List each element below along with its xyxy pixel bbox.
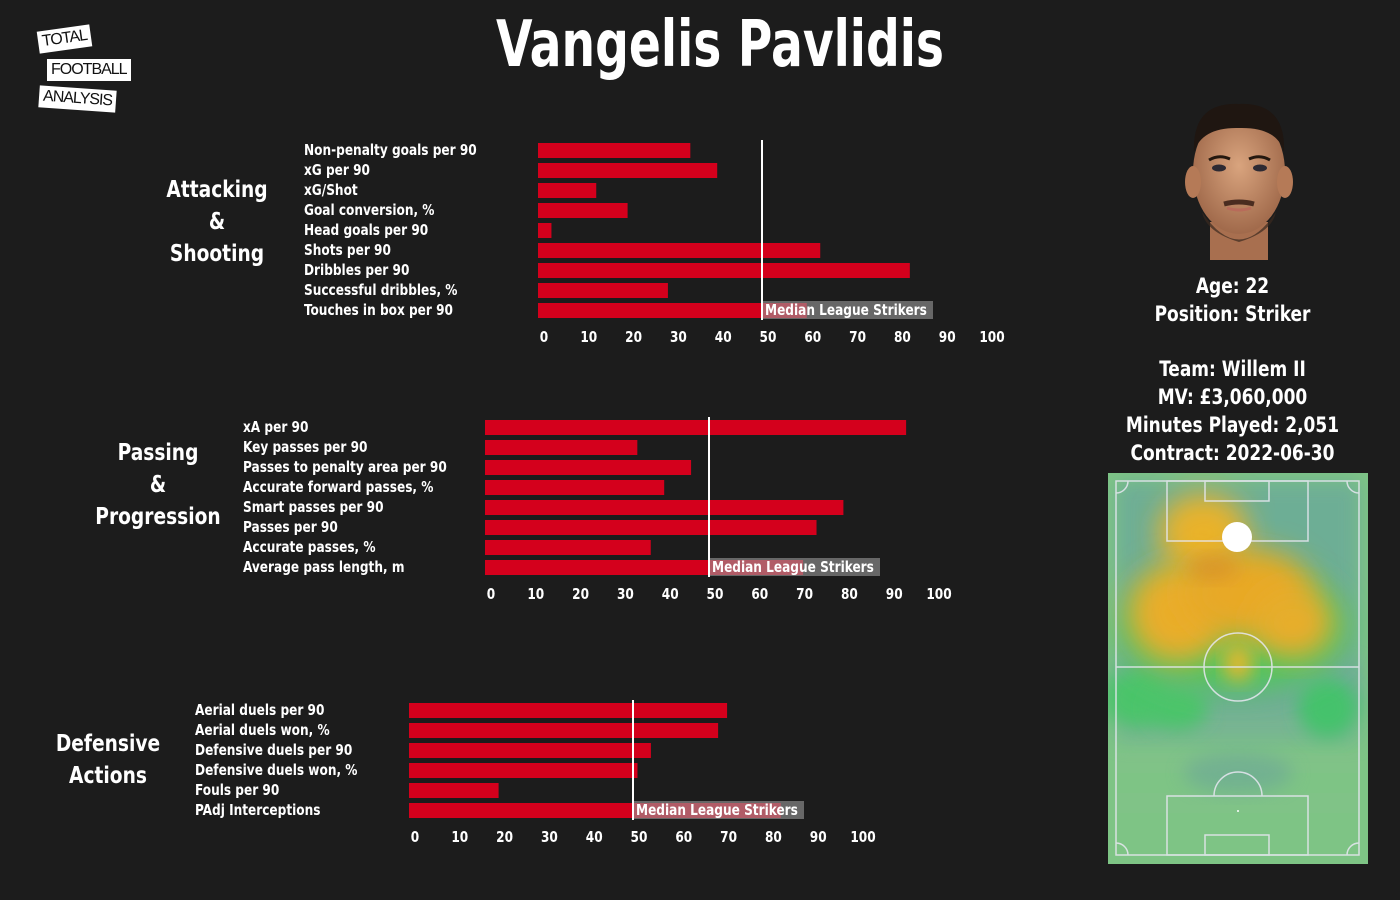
x-tick-label: 10 <box>580 329 597 346</box>
x-tick-label: 30 <box>617 586 634 603</box>
bar-category-label: Accurate passes, % <box>243 539 376 556</box>
team-text: Team: Willem II <box>1159 357 1306 381</box>
x-tick-label: 20 <box>496 829 513 846</box>
bar-0-4 <box>538 223 552 238</box>
bar-category-label: Average pass length, m <box>243 559 404 576</box>
x-tick-label: 0 <box>487 586 496 603</box>
bar-2-0 <box>409 703 728 718</box>
position-text: Position: Striker <box>1154 302 1311 326</box>
x-tick-label: 30 <box>541 829 558 846</box>
bar-category-label: Fouls per 90 <box>195 782 279 799</box>
bar-category-label: xG/Shot <box>304 182 358 199</box>
x-tick-label: 10 <box>451 829 468 846</box>
heatmap-pitch <box>1108 473 1368 864</box>
x-tick-label: 70 <box>849 329 866 346</box>
bar-0-6 <box>538 263 910 278</box>
median-label: Median League Strikers <box>712 559 874 576</box>
x-tick-label: 40 <box>586 829 603 846</box>
x-tick-label: 70 <box>720 829 737 846</box>
x-tick-label: 90 <box>939 329 956 346</box>
bar-category-label: Aerial duels per 90 <box>195 702 325 719</box>
bar-category-label: Passes to penalty area per 90 <box>243 459 447 476</box>
bar-0-7 <box>538 283 668 298</box>
x-tick-label: 0 <box>540 329 549 346</box>
x-tick-label: 100 <box>926 586 951 603</box>
bar-1-5 <box>485 520 817 535</box>
bar-0-2 <box>538 183 597 198</box>
x-tick-label: 60 <box>804 329 821 346</box>
bar-category-label: Dribbles per 90 <box>304 262 409 279</box>
x-tick-label: 90 <box>810 829 827 846</box>
x-tick-label: 90 <box>886 586 903 603</box>
bar-category-label: Head goals per 90 <box>304 222 428 239</box>
bar-2-1 <box>409 723 719 738</box>
bar-category-label: xG per 90 <box>304 162 370 179</box>
bar-category-label: Defensive duels won, % <box>195 762 358 779</box>
x-tick-label: 50 <box>631 829 648 846</box>
x-tick-label: 60 <box>751 586 768 603</box>
bar-2-3 <box>409 763 638 778</box>
bar-1-3 <box>485 480 665 495</box>
contract-text: Contract: 2022-06-30 <box>1130 441 1335 465</box>
median-label: Median League Strikers <box>636 802 798 819</box>
bar-category-label: Key passes per 90 <box>243 439 368 456</box>
x-tick-label: 80 <box>841 586 858 603</box>
median-label: Median League Strikers <box>765 302 927 319</box>
player-info-basic: Age: 22 Position: Striker <box>1113 272 1352 328</box>
player-info-contract: Team: Willem II MV: £3,060,000 Minutes P… <box>1113 355 1352 467</box>
bar-1-1 <box>485 440 638 455</box>
bar-category-label: Aerial duels won, % <box>195 722 330 739</box>
percentile-bar-charts: Non-penalty goals per 90 xG per 90 xG/Shot… <box>195 140 1005 846</box>
bar-category-label: Touches in box per 90 <box>304 302 453 319</box>
age-text: Age: 22 <box>1195 274 1270 298</box>
bar-category-label: xA per 90 <box>243 419 308 436</box>
x-tick-label: 20 <box>572 586 589 603</box>
player-photo <box>1185 103 1293 260</box>
x-tick-label: 80 <box>765 829 782 846</box>
bar-category-label: Smart passes per 90 <box>243 499 384 516</box>
bar-category-label: Shots per 90 <box>304 242 391 259</box>
bar-0-1 <box>538 163 718 178</box>
bar-0-0 <box>538 143 691 158</box>
x-tick-label: 100 <box>979 329 1004 346</box>
bar-1-0 <box>485 420 907 435</box>
average-position-marker <box>1222 522 1252 552</box>
bar-category-label: Goal conversion, % <box>304 202 435 219</box>
bar-category-label: PAdj Interceptions <box>195 802 321 819</box>
bar-category-label: Successful dribbles, % <box>304 282 458 299</box>
x-tick-label: 0 <box>411 829 420 846</box>
bar-category-label: Passes per 90 <box>243 519 338 536</box>
bar-2-2 <box>409 743 651 758</box>
x-tick-label: 60 <box>675 829 692 846</box>
x-tick-label: 40 <box>715 329 732 346</box>
bar-0-5 <box>538 243 821 258</box>
x-tick-label: 20 <box>625 329 642 346</box>
bar-2-4 <box>409 783 499 798</box>
bar-category-label: Non-penalty goals per 90 <box>304 142 477 159</box>
bar-1-2 <box>485 460 692 475</box>
bar-0-3 <box>538 203 628 218</box>
bar-category-label: Defensive duels per 90 <box>195 742 352 759</box>
x-tick-label: 70 <box>796 586 813 603</box>
bar-1-4 <box>485 500 844 515</box>
x-tick-label: 40 <box>662 586 679 603</box>
x-tick-label: 30 <box>670 329 687 346</box>
minutes-played-text: Minutes Played: 2,051 <box>1125 413 1340 437</box>
bar-1-6 <box>485 540 651 555</box>
bar-category-label: Accurate forward passes, % <box>243 479 434 496</box>
market-value-text: MV: £3,060,000 <box>1157 385 1308 409</box>
x-tick-label: 10 <box>527 586 544 603</box>
x-tick-label: 50 <box>707 586 724 603</box>
x-tick-label: 100 <box>850 829 875 846</box>
x-tick-label: 50 <box>760 329 777 346</box>
x-tick-label: 80 <box>894 329 911 346</box>
